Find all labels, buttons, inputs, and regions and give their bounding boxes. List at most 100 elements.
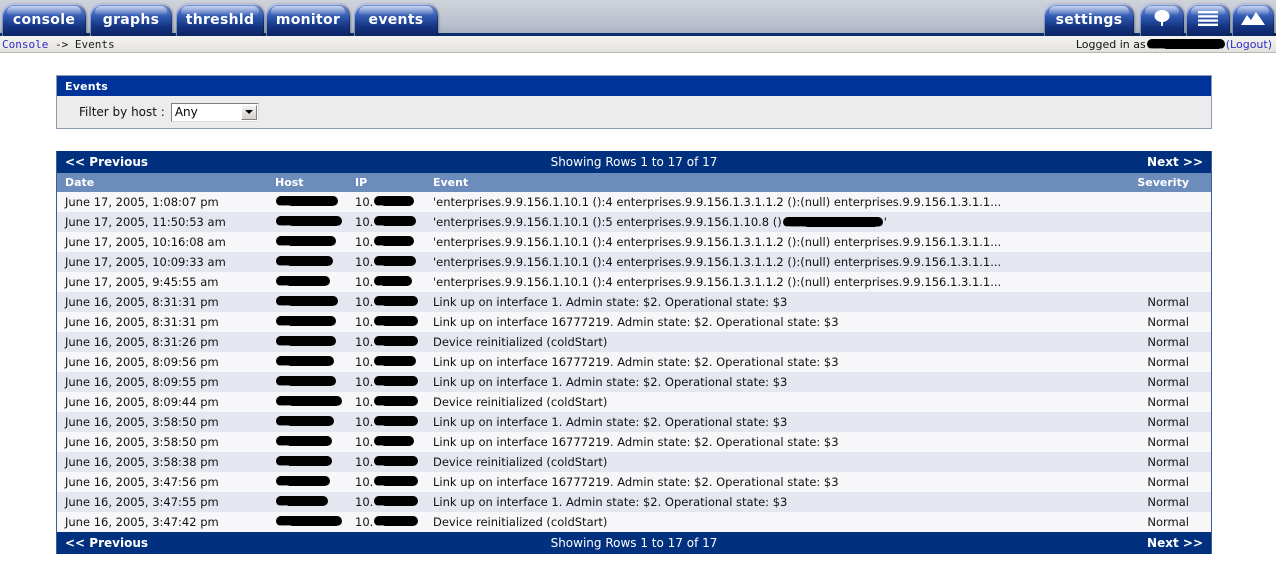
table-row[interactable]: June 16, 2005, 3:47:42 pm 10. Device reini… [57, 512, 1211, 532]
cell-event: 'enterprises.9.9.156.1.10.1 ():4 enterpr… [425, 232, 1101, 252]
host-redacted [276, 376, 336, 386]
cell-event: 'enterprises.9.9.156.1.10.1 ():4 enterpr… [425, 252, 1101, 272]
ip-prefix: 10. [355, 295, 374, 309]
events-table-body: June 17, 2005, 1:08:07 pm 10. 'enterprises… [57, 192, 1211, 532]
logout-link[interactable]: (Logout) [1226, 38, 1272, 51]
cell-ip: 10. [347, 412, 425, 432]
column-header-severity[interactable]: Severity [1101, 173, 1211, 192]
pagination-bar-bottom: << Previous Showing Rows 1 to 17 of 17 N… [57, 532, 1211, 554]
cell-ip: 10. [347, 192, 425, 212]
cell-ip: 10. [347, 332, 425, 352]
tab-graphs[interactable]: graphs [90, 4, 172, 36]
ip-prefix: 10. [355, 475, 374, 489]
tab-graph[interactable] [1232, 4, 1274, 36]
cell-date: June 16, 2005, 8:09:55 pm [57, 372, 267, 392]
table-row[interactable]: June 16, 2005, 3:58:50 pm 10. Link up on i… [57, 412, 1211, 432]
cell-event: 'enterprises.9.9.156.1.10.1 ():5 enterpr… [425, 212, 1101, 232]
ip-redacted [374, 276, 413, 286]
cell-ip: 10. [347, 312, 425, 332]
cell-ip: 10. [347, 212, 425, 232]
column-header-ip[interactable]: IP [347, 173, 425, 192]
host-redacted [276, 196, 338, 206]
ip-redacted [374, 336, 419, 346]
tab-threshld[interactable]: threshld [176, 4, 264, 36]
cell-severity: Normal [1101, 332, 1211, 352]
cell-event: Link up on interface 1. Admin state: $2.… [425, 372, 1101, 392]
cell-date: June 16, 2005, 8:31:31 pm [57, 312, 267, 332]
breadcrumb-separator: -> [48, 38, 75, 51]
previous-page-button-bottom[interactable]: << Previous [65, 536, 148, 550]
cell-host [267, 392, 347, 412]
previous-page-button-top[interactable]: << Previous [65, 155, 148, 169]
tab-monitor[interactable]: monitor [266, 4, 350, 36]
cell-event: Link up on interface 1. Admin state: $2.… [425, 292, 1101, 312]
cell-severity: Normal [1101, 412, 1211, 432]
ip-prefix: 10. [355, 195, 374, 209]
cell-date: June 16, 2005, 3:58:38 pm [57, 452, 267, 472]
cell-severity [1101, 232, 1211, 252]
tab-console[interactable]: console [2, 4, 86, 36]
ip-prefix: 10. [355, 495, 374, 509]
panel-body: Filter by host : Any [57, 96, 1211, 128]
table-row[interactable]: June 16, 2005, 8:31:31 pm 10. Link up on i… [57, 312, 1211, 332]
table-row[interactable]: June 17, 2005, 1:08:07 pm 10. 'enterprises… [57, 192, 1211, 212]
ip-redacted [374, 436, 415, 446]
cell-event: Link up on interface 16777219. Admin sta… [425, 352, 1101, 372]
ip-prefix: 10. [355, 515, 374, 529]
ip-prefix: 10. [355, 455, 374, 469]
tab-events[interactable]: events [354, 4, 438, 36]
breadcrumb-console-link[interactable]: Console [2, 38, 48, 51]
host-redacted [276, 456, 332, 466]
table-row[interactable]: June 17, 2005, 11:50:53 am 10. 'enterprise… [57, 212, 1211, 232]
chevron-down-icon[interactable] [240, 104, 257, 120]
cell-severity: Normal [1101, 452, 1211, 472]
ip-redacted [374, 316, 419, 326]
cell-event: Link up on interface 1. Admin state: $2.… [425, 412, 1101, 432]
table-row[interactable]: June 16, 2005, 3:47:55 pm 10. Link up on i… [57, 492, 1211, 512]
table-row[interactable]: June 17, 2005, 9:45:55 am 10. 'enterprises… [57, 272, 1211, 292]
cell-event: Link up on interface 16777219. Admin sta… [425, 312, 1101, 332]
event-redacted [782, 216, 883, 227]
cell-host [267, 412, 347, 432]
table-row[interactable]: June 16, 2005, 8:09:56 pm 10. Link up on i… [57, 352, 1211, 372]
table-row[interactable]: June 17, 2005, 10:09:33 am 10. 'enterprise… [57, 252, 1211, 272]
main-tab-bar: console graphs threshld monitor events setti… [0, 0, 1276, 36]
column-header-date[interactable]: Date [57, 173, 267, 192]
tab-tree[interactable] [1140, 4, 1184, 36]
host-redacted [276, 336, 336, 346]
table-row[interactable]: June 16, 2005, 8:09:44 pm 10. Device reini… [57, 392, 1211, 412]
cell-date: June 16, 2005, 8:31:31 pm [57, 292, 267, 312]
table-row[interactable]: June 16, 2005, 3:47:56 pm 10. Link up on i… [57, 472, 1211, 492]
table-row[interactable]: June 16, 2005, 3:58:38 pm 10. Device reini… [57, 452, 1211, 472]
ip-redacted [374, 236, 415, 246]
logged-in-label: Logged in as [1075, 38, 1146, 51]
table-row[interactable]: June 16, 2005, 8:09:55 pm 10. Link up on i… [57, 372, 1211, 392]
table-row[interactable]: June 16, 2005, 8:31:31 pm 10. Link up on i… [57, 292, 1211, 312]
cell-host [267, 252, 347, 272]
cell-severity: Normal [1101, 352, 1211, 372]
column-header-event[interactable]: Event [425, 173, 1101, 192]
cell-severity [1101, 272, 1211, 292]
cell-date: June 17, 2005, 1:08:07 pm [57, 192, 267, 212]
cell-host [267, 452, 347, 472]
filter-by-host-label: Filter by host : [79, 105, 165, 119]
cell-ip: 10. [347, 432, 425, 452]
cell-host [267, 332, 347, 352]
tab-settings[interactable]: settings [1044, 4, 1134, 36]
cell-ip: 10. [347, 272, 425, 292]
cell-date: June 17, 2005, 11:50:53 am [57, 212, 267, 232]
next-page-button-top[interactable]: Next >> [1147, 155, 1203, 169]
cell-severity: Normal [1101, 292, 1211, 312]
cell-event: Device reinitialized (coldStart) [425, 332, 1101, 352]
tab-list[interactable] [1186, 4, 1230, 36]
table-row[interactable]: June 16, 2005, 8:31:26 pm 10. Device reini… [57, 332, 1211, 352]
cell-host [267, 232, 347, 252]
next-page-button-bottom[interactable]: Next >> [1147, 536, 1203, 550]
table-row[interactable]: June 16, 2005, 3:58:50 pm 10. Link up on i… [57, 432, 1211, 452]
table-row[interactable]: June 17, 2005, 10:16:08 am 10. 'enterprise… [57, 232, 1211, 252]
host-filter-select[interactable]: Any [170, 102, 259, 122]
column-header-host[interactable]: Host [267, 173, 347, 192]
ip-redacted [374, 256, 417, 266]
host-redacted [276, 256, 333, 266]
cell-event: Link up on interface 1. Admin state: $2.… [425, 492, 1101, 512]
